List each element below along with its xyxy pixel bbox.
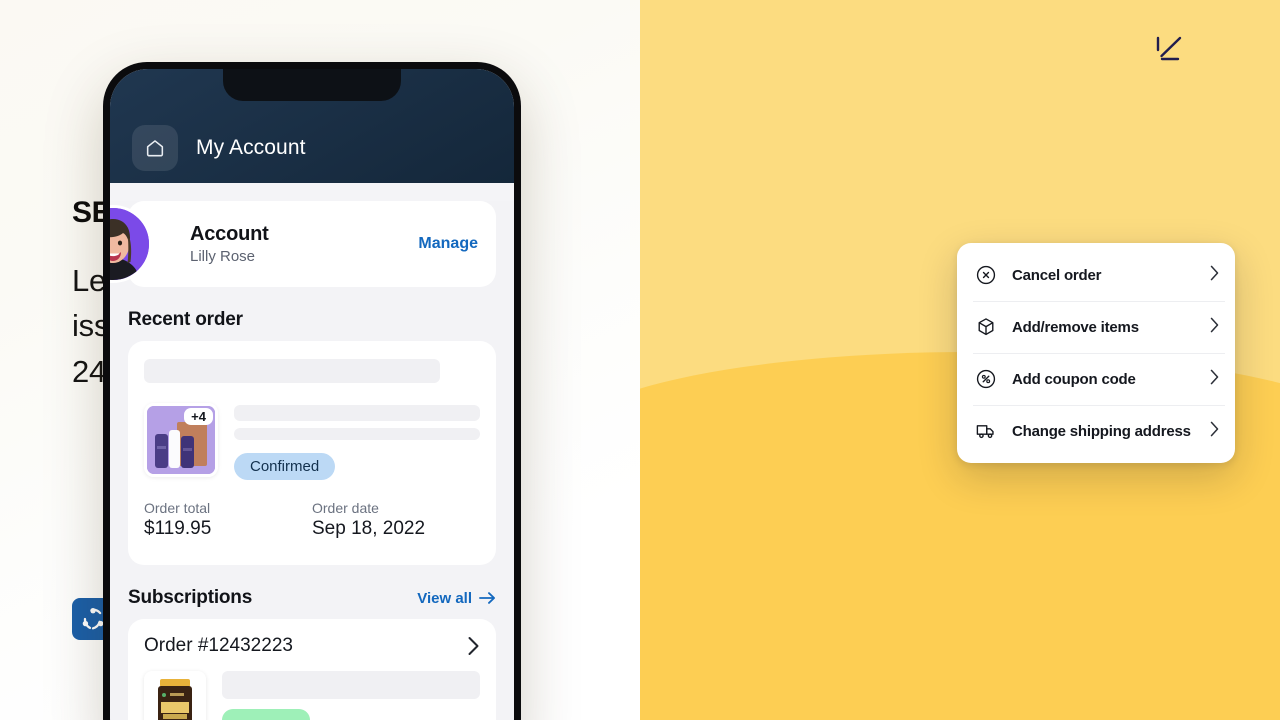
skeleton-bar bbox=[222, 671, 480, 699]
subscription-row-top: Order #12432223 bbox=[144, 635, 480, 657]
order-footer: Order total $119.95 Order date Sep 18, 2… bbox=[144, 500, 480, 540]
promo-slide: SELF-SERVICE PORTAL Let customers resolv… bbox=[0, 0, 1280, 720]
menu-item-change-shipping-address[interactable]: Change shipping address bbox=[957, 405, 1235, 457]
recent-order-header: Recent order bbox=[128, 309, 496, 331]
skeleton-bar bbox=[144, 359, 440, 383]
order-middle: +4 Confirmed bbox=[144, 403, 480, 480]
order-total-label: Order total bbox=[144, 500, 211, 516]
collapse-corner-icon[interactable] bbox=[1154, 36, 1188, 68]
menu-item-cancel-order[interactable]: Cancel order bbox=[957, 249, 1235, 301]
order-actions-menu[interactable]: Cancel order Add/remove items Add coupon… bbox=[957, 243, 1235, 463]
subscription-product-thumbnail bbox=[144, 671, 206, 720]
subscriptions-header: Subscriptions View all bbox=[128, 587, 496, 609]
order-date-value: Sep 18, 2022 bbox=[312, 518, 426, 539]
subscription-status-badge bbox=[222, 709, 310, 720]
home-icon[interactable] bbox=[132, 125, 178, 171]
view-all-label: View all bbox=[417, 589, 472, 607]
app-title: My Account bbox=[196, 136, 306, 159]
menu-item-add-remove-items[interactable]: Add/remove items bbox=[957, 301, 1235, 353]
account-name: Lilly Rose bbox=[190, 248, 256, 265]
phone-notch bbox=[223, 69, 401, 101]
order-product-thumbnail: +4 bbox=[144, 403, 218, 477]
recent-order-title: Recent order bbox=[128, 309, 243, 330]
extra-items-badge: +4 bbox=[184, 408, 213, 425]
phone-screen: My Account Account Lilly Rose Manage Rec… bbox=[110, 69, 514, 720]
recent-order-card[interactable]: +4 Confirmed Order total $119.95 Order d… bbox=[128, 341, 496, 565]
menu-item-label: Add coupon code bbox=[1012, 370, 1136, 388]
order-skeleton-lines: Confirmed bbox=[234, 403, 480, 480]
skeleton-bar bbox=[234, 428, 480, 440]
package-icon bbox=[973, 314, 999, 340]
view-all-button[interactable]: View all bbox=[417, 590, 496, 607]
order-total-value: $119.95 bbox=[144, 518, 212, 539]
subscription-skeleton-lines bbox=[222, 671, 480, 720]
subscription-order-id: Order #12432223 bbox=[144, 635, 293, 656]
arrow-right-icon bbox=[479, 592, 496, 604]
order-total-block: Order total $119.95 bbox=[144, 500, 312, 540]
order-date-label: Order date bbox=[312, 500, 379, 516]
avatar bbox=[110, 205, 152, 283]
status-badge: Confirmed bbox=[234, 453, 336, 480]
phone-mockup: My Account Account Lilly Rose Manage Rec… bbox=[103, 62, 521, 720]
app-header: My Account bbox=[110, 69, 514, 183]
subscription-card[interactable]: Order #12432223 bbox=[128, 619, 496, 720]
app-body: Account Lilly Rose Manage Recent order +… bbox=[110, 201, 514, 720]
subscriptions-title: Subscriptions bbox=[128, 587, 253, 608]
order-date-block: Order date Sep 18, 2022 bbox=[312, 500, 480, 540]
menu-item-add-coupon-code[interactable]: Add coupon code bbox=[957, 353, 1235, 405]
chevron-right-icon bbox=[1210, 265, 1219, 286]
menu-item-label: Add/remove items bbox=[1012, 318, 1139, 336]
account-label: Account bbox=[190, 223, 269, 245]
chevron-right-icon bbox=[1210, 317, 1219, 338]
manage-link[interactable]: Manage bbox=[418, 235, 478, 253]
chevron-right-icon bbox=[1210, 369, 1219, 390]
chevron-right-icon bbox=[1210, 421, 1219, 442]
cancel-circle-icon bbox=[973, 262, 999, 288]
percent-circle-icon bbox=[973, 366, 999, 392]
subscription-body bbox=[144, 671, 480, 720]
menu-item-label: Cancel order bbox=[1012, 266, 1102, 284]
truck-icon bbox=[973, 418, 999, 444]
menu-item-label: Change shipping address bbox=[1012, 422, 1191, 440]
account-info: Account Lilly Rose bbox=[190, 223, 418, 265]
chevron-right-icon bbox=[468, 637, 479, 655]
account-card[interactable]: Account Lilly Rose Manage bbox=[110, 201, 496, 287]
header-row: My Account bbox=[132, 125, 306, 171]
skeleton-bar bbox=[234, 405, 480, 421]
